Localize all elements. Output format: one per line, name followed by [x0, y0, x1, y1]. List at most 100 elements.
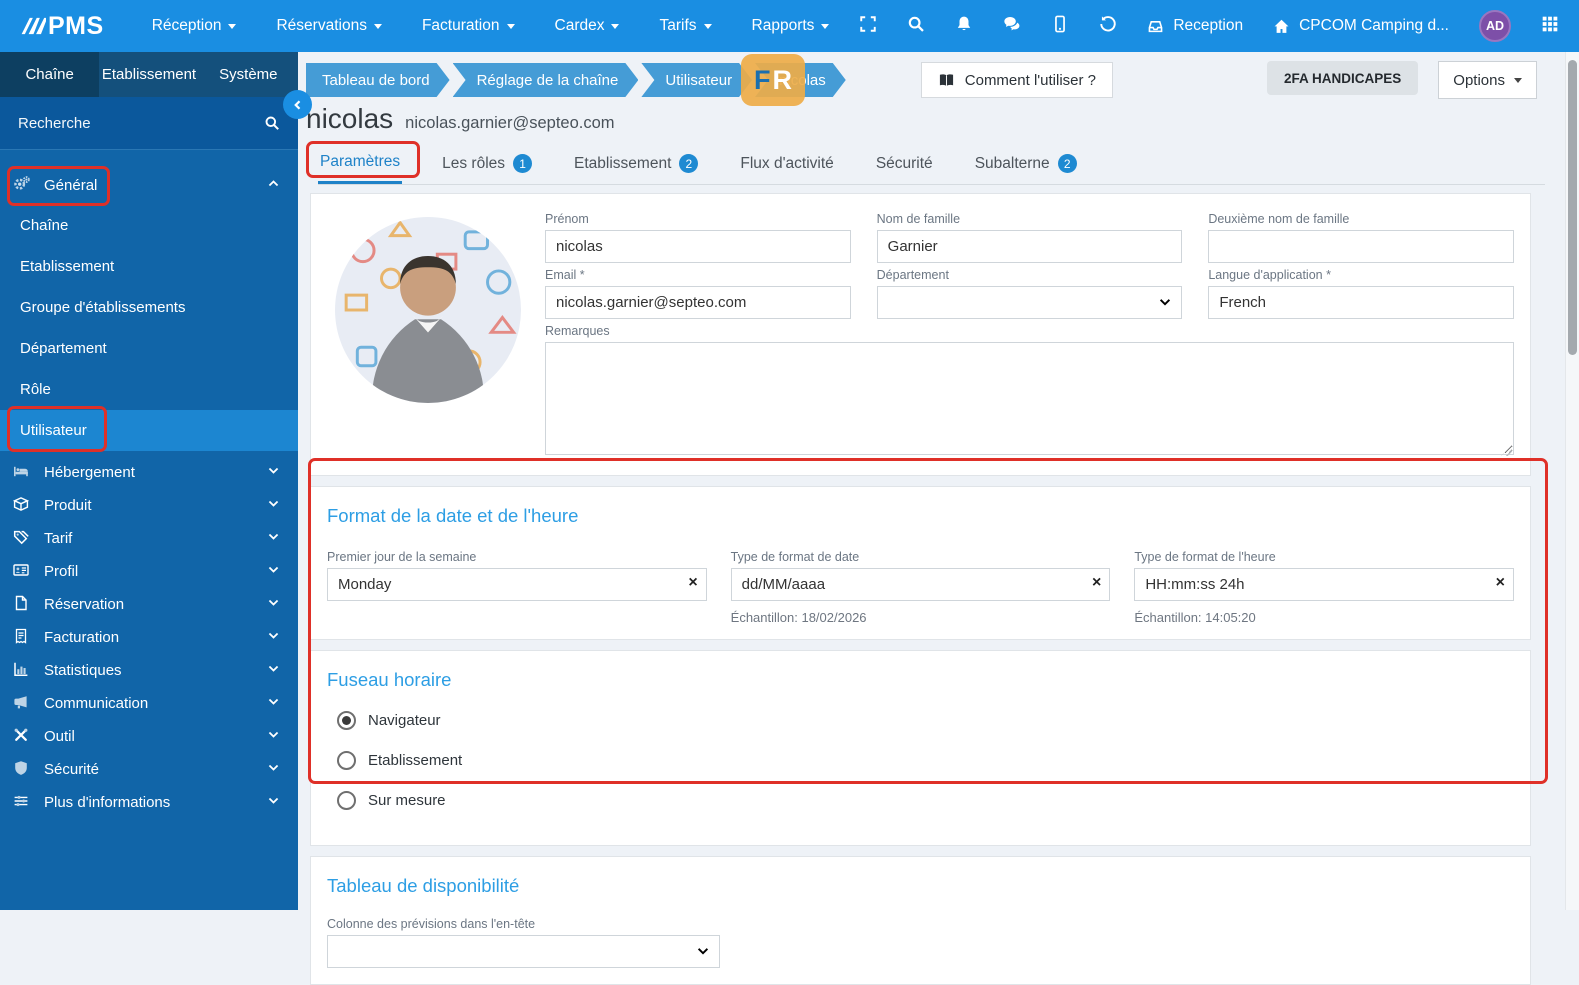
sidebar-group-tarif[interactable]: Tarif [0, 522, 298, 555]
sidebar-item-departement[interactable]: Département [0, 328, 298, 369]
section-title-availability: Tableau de disponibilité [327, 875, 520, 896]
field-time-format: Type de format de l'heure × Échantillon:… [1134, 547, 1514, 625]
history-icon[interactable] [1099, 15, 1117, 38]
sidebar-group-plus-informations[interactable]: Plus d'informations [0, 786, 298, 819]
apps-grid-icon[interactable] [1541, 15, 1559, 38]
scope-tab-chaine[interactable]: Chaîne [0, 52, 100, 97]
scope-tab-etablissement[interactable]: Etablissement [99, 52, 198, 97]
caret-down-icon [1514, 77, 1522, 83]
field-label: Remarques [545, 324, 610, 338]
sidebar-groups: Hébergement Produit Tarif Profil Réserva… [0, 456, 298, 819]
remarks-textarea[interactable] [545, 342, 1514, 455]
first-name-input[interactable] [545, 230, 851, 263]
page-title: nicolas [306, 103, 394, 134]
radio-button-icon[interactable] [337, 751, 356, 770]
search-icon[interactable] [907, 15, 925, 38]
fullscreen-icon[interactable] [859, 15, 877, 38]
department-select[interactable] [876, 286, 1183, 319]
forecast-column-select[interactable] [327, 935, 720, 968]
menu-facturation[interactable]: Facturation [422, 17, 515, 35]
tools-icon [13, 727, 35, 747]
profile-photo[interactable] [335, 217, 521, 403]
field-date-format: Type de format de date × Échantillon: 18… [730, 547, 1111, 625]
tab-badge: 1 [513, 154, 533, 173]
sidebar-group-hebergement[interactable]: Hébergement [0, 456, 298, 489]
sidebar-search-input[interactable] [18, 114, 264, 132]
last-name-input[interactable] [876, 230, 1183, 263]
tab-subalterne[interactable]: Subalterne 2 [973, 147, 1079, 184]
tab-etablissement[interactable]: Etablissement 2 [572, 147, 700, 184]
date-format-combobox[interactable] [730, 568, 1111, 601]
second-last-name-input[interactable] [1208, 230, 1514, 263]
sidebar-group-statistiques[interactable]: Statistiques [0, 654, 298, 687]
triple-slash-icon [20, 13, 46, 39]
sidebar-item-role[interactable]: Rôle [0, 369, 298, 410]
language-input[interactable] [1208, 286, 1514, 319]
site-switcher[interactable]: CPCOM Camping d... [1273, 17, 1449, 35]
bell-icon[interactable] [955, 15, 973, 38]
field-first-day: Premier jour de la semaine × [327, 547, 707, 625]
vertical-scrollbar[interactable] [1565, 52, 1579, 910]
first-day-combobox[interactable] [327, 568, 707, 601]
menu-reception[interactable]: Réception [152, 17, 237, 35]
menu-reservations[interactable]: Réservations [276, 17, 382, 35]
user-avatar[interactable]: AD [1479, 10, 1511, 42]
menu-tarifs[interactable]: Tarifs [659, 17, 712, 35]
timezone-card: Fuseau horaire Navigateur Etablissement … [310, 650, 1531, 846]
sidebar-group-facturation[interactable]: Facturation [0, 621, 298, 654]
radio-button-icon[interactable] [337, 791, 356, 810]
tab-parametres[interactable]: Paramètres [318, 147, 403, 184]
twofa-handicapes-button[interactable]: 2FA HANDICAPES [1267, 61, 1419, 95]
menu-rapports[interactable]: Rapports [752, 17, 830, 35]
sidebar-group-general[interactable]: Général [0, 165, 298, 205]
scrollbar-thumb[interactable] [1568, 60, 1577, 355]
mobile-icon[interactable] [1051, 15, 1069, 38]
breadcrumb-reglage-chaine[interactable]: Réglage de la chaîne [453, 63, 639, 97]
radio-sur-mesure[interactable]: Sur mesure [337, 791, 1514, 810]
field-label: Langue d'application * [1208, 268, 1331, 282]
radio-button-icon[interactable] [337, 711, 356, 730]
tab-flux-activite[interactable]: Flux d'activité [738, 147, 835, 184]
chat-icon[interactable] [1003, 15, 1021, 38]
breadcrumb-utilisateur[interactable]: Utilisateur [641, 63, 752, 97]
chevron-down-icon [267, 497, 280, 514]
breadcrumb-row: Tableau de bord Réglage de la chaîne Uti… [298, 52, 1565, 106]
tab-securite[interactable]: Sécurité [874, 147, 935, 184]
sidebar-item-utilisateur[interactable]: Utilisateur [0, 410, 298, 451]
megaphone-icon [13, 694, 35, 714]
clear-icon[interactable]: × [1092, 574, 1101, 592]
scope-tab-systeme[interactable]: Système [199, 52, 298, 97]
menu-cardex[interactable]: Cardex [555, 17, 620, 35]
sidebar-group-profil[interactable]: Profil [0, 555, 298, 588]
email-input[interactable] [545, 286, 851, 319]
radio-navigateur[interactable]: Navigateur [337, 711, 1514, 730]
main-content: Tableau de bord Réglage de la chaîne Uti… [298, 52, 1565, 985]
sidebar-item-groupe-etablissements[interactable]: Groupe d'établissements [0, 287, 298, 328]
field-label: Type de format de date [730, 550, 860, 564]
tab-les-roles[interactable]: Les rôles 1 [440, 147, 534, 184]
field-label: Type de format de l'heure [1134, 550, 1276, 564]
breadcrumb-dashboard[interactable]: Tableau de bord [306, 63, 450, 97]
app-logo[interactable]: PMS [20, 12, 104, 41]
sidebar-search [0, 97, 298, 150]
sidebar-item-etablissement[interactable]: Etablissement [0, 246, 298, 287]
app-logo-text: PMS [48, 11, 104, 40]
sidebar-group-produit[interactable]: Produit [0, 489, 298, 522]
how-to-use-button[interactable]: Comment l'utiliser ? [920, 62, 1114, 98]
sidebar-collapse-button[interactable] [283, 90, 312, 119]
options-button[interactable]: Options [1438, 61, 1537, 99]
clear-icon[interactable]: × [688, 574, 697, 592]
sidebar-group-reservation[interactable]: Réservation [0, 588, 298, 621]
time-format-combobox[interactable] [1134, 568, 1514, 601]
chevron-left-icon [292, 99, 304, 111]
sidebar-group-securite[interactable]: Sécurité [0, 753, 298, 786]
field-language: Langue d'application * [1208, 265, 1514, 319]
sidebar-group-outil[interactable]: Outil [0, 720, 298, 753]
sidebar: Chaîne Etablissement Système Général Cha… [0, 52, 298, 910]
language-fr-badge: F R [741, 54, 805, 106]
sidebar-item-chaine[interactable]: Chaîne [0, 205, 298, 246]
clear-icon[interactable]: × [1496, 574, 1505, 592]
reception-switcher[interactable]: Reception [1147, 17, 1243, 35]
sidebar-group-communication[interactable]: Communication [0, 687, 298, 720]
radio-etablissement[interactable]: Etablissement [337, 751, 1514, 770]
